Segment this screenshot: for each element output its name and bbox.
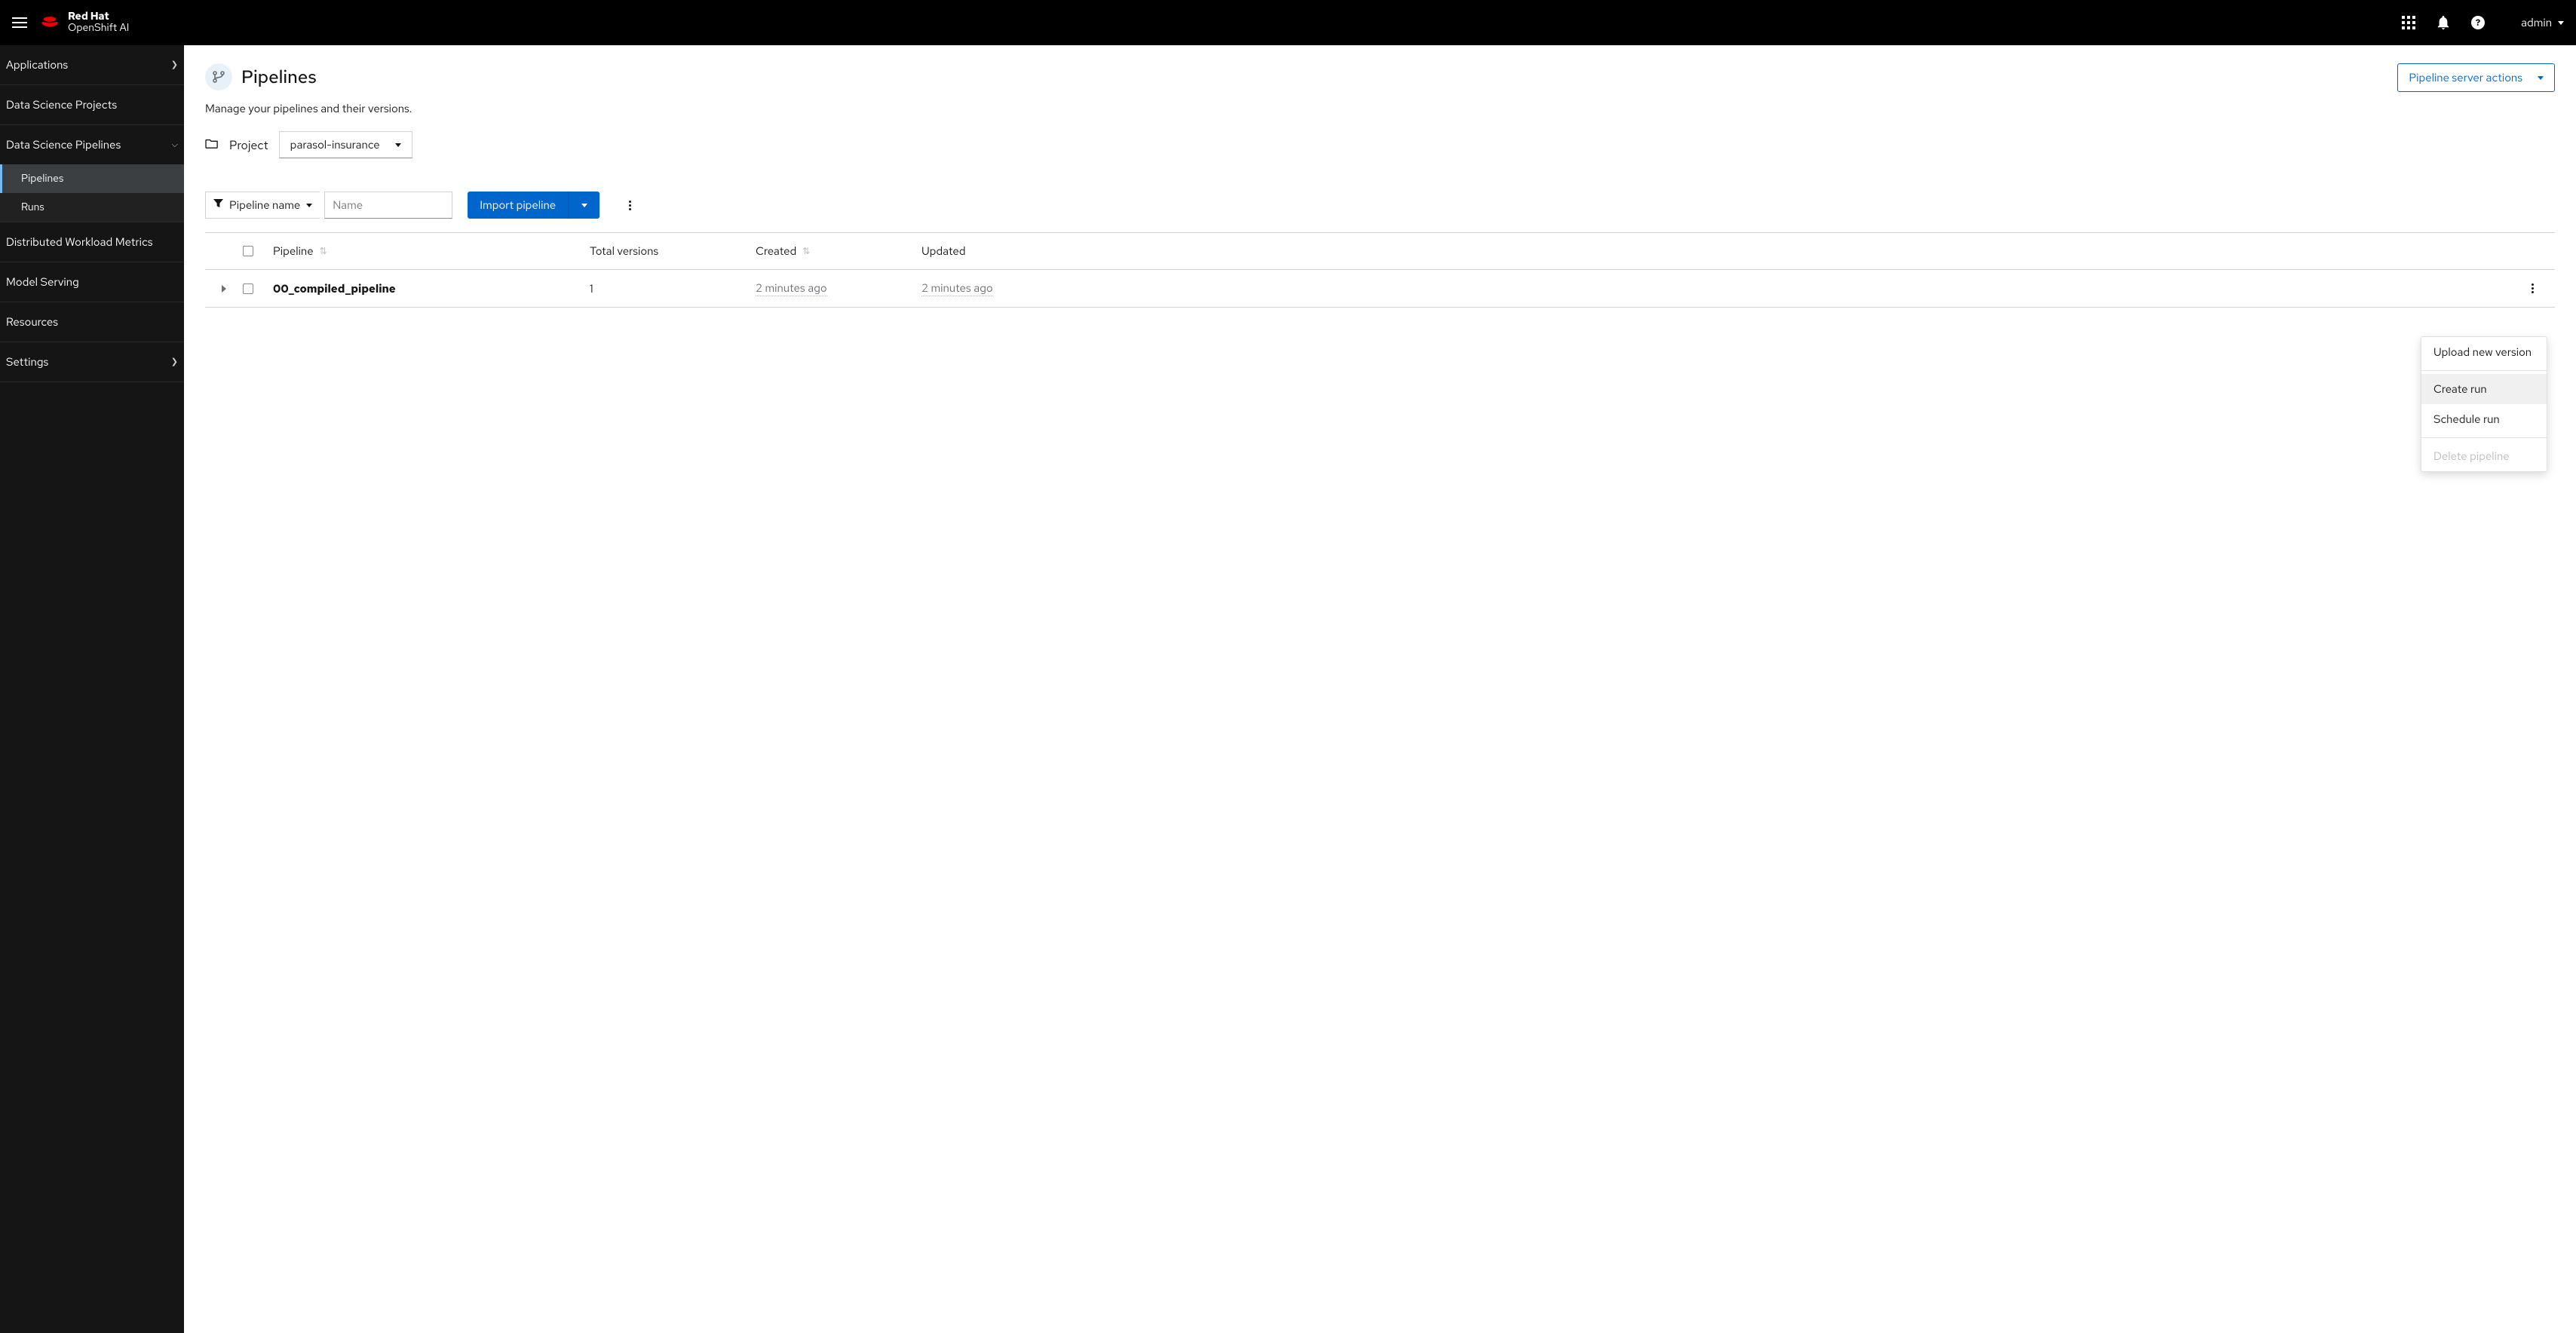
sidebar: Applications ❯ Data Science Projects Dat… [0, 45, 184, 1333]
total-versions-cell: 1 [590, 281, 756, 296]
filter-type-dropdown[interactable]: Pipeline name [205, 192, 320, 219]
filter-icon [213, 198, 223, 213]
svg-text:?: ? [2476, 17, 2481, 29]
user-menu[interactable]: admin [2521, 15, 2564, 30]
sidebar-sublabel-runs: Runs [21, 201, 44, 214]
dropdown-separator [2421, 370, 2547, 371]
sidebar-label-ds-pipelines: Data Science Pipelines [6, 137, 121, 152]
sidebar-item-applications[interactable]: Applications ❯ [0, 45, 184, 85]
row-kebab-menu[interactable] [2510, 283, 2555, 293]
bell-icon[interactable] [2436, 16, 2450, 29]
sidebar-label-ds-projects: Data Science Projects [6, 97, 117, 112]
name-filter-input[interactable] [324, 192, 452, 219]
sidebar-item-dwm[interactable]: Distributed Workload Metrics [0, 222, 184, 262]
dropdown-item-delete-pipeline[interactable]: Delete pipeline [2421, 441, 2547, 471]
table-row: 00_compiled_pipeline 1 2 minutes ago 2 m… [205, 270, 2555, 308]
import-pipeline-button[interactable]: Import pipeline [468, 192, 568, 219]
th-created-label: Created [756, 244, 796, 259]
project-selected-value: parasol-insurance [290, 137, 380, 152]
apps-grid-icon[interactable] [2402, 16, 2415, 29]
row-actions-dropdown: Upload new version Create run Schedule r… [2421, 336, 2547, 472]
kebab-icon [2532, 283, 2534, 293]
column-header-pipeline[interactable]: Pipeline ⇅ [273, 244, 590, 259]
import-pipeline-dropdown-button[interactable] [568, 192, 600, 219]
project-folder-icon [205, 137, 219, 153]
chevron-down-icon [306, 204, 312, 207]
project-label: Project [229, 137, 268, 153]
sidebar-label-resources: Resources [6, 314, 58, 329]
main-content: Pipelines Pipeline server actions Manage… [184, 45, 2576, 1333]
sidebar-label-dwm: Distributed Workload Metrics [6, 234, 153, 250]
sidebar-label-settings: Settings [6, 354, 48, 369]
dropdown-item-create-run[interactable]: Create run [2421, 374, 2547, 404]
table-header-row: Pipeline ⇅ Total versions Created ⇅ Upda… [205, 233, 2555, 270]
sidebar-subitem-runs[interactable]: Runs [0, 193, 184, 222]
sidebar-item-settings[interactable]: Settings ❯ [0, 342, 184, 382]
pipeline-name-cell[interactable]: 00_compiled_pipeline [273, 281, 590, 296]
server-actions-label: Pipeline server actions [2409, 70, 2522, 85]
chevron-right-icon: ❯ [171, 60, 178, 70]
select-all-checkbox[interactable] [243, 246, 253, 256]
sort-icon: ⇅ [802, 249, 810, 253]
brand: Red Hat OpenShift AI [39, 11, 129, 35]
sort-icon: ⇅ [320, 249, 327, 253]
sidebar-label-model-serving: Model Serving [6, 274, 79, 290]
sidebar-item-model-serving[interactable]: Model Serving [0, 262, 184, 302]
page-title: Pipelines [241, 66, 317, 89]
updated-cell: 2 minutes ago [922, 280, 993, 296]
column-header-created[interactable]: Created ⇅ [756, 244, 922, 259]
chevron-down-icon [395, 143, 401, 147]
row-checkbox[interactable] [243, 283, 253, 294]
column-header-total-versions: Total versions [590, 244, 756, 259]
toolbar-kebab-menu[interactable] [622, 201, 637, 210]
pipeline-server-actions-button[interactable]: Pipeline server actions [2397, 63, 2555, 92]
pipeline-branch-icon [205, 63, 232, 90]
sidebar-label-applications: Applications [6, 57, 68, 72]
project-selector-row: Project parasol-insurance [184, 127, 2576, 172]
dropdown-separator [2421, 437, 2547, 438]
chevron-down-icon [2538, 76, 2544, 80]
brand-name-bottom: OpenShift AI [68, 23, 129, 34]
created-cell: 2 minutes ago [756, 280, 827, 296]
sidebar-item-resources[interactable]: Resources [0, 302, 184, 342]
sidebar-item-ds-pipelines[interactable]: Data Science Pipelines ⌵ [0, 125, 184, 164]
top-bar: Red Hat OpenShift AI ? admin [0, 0, 2576, 45]
sidebar-sublabel-pipelines: Pipelines [21, 172, 63, 185]
dropdown-item-schedule-run[interactable]: Schedule run [2421, 404, 2547, 434]
kebab-icon [629, 201, 631, 210]
redhat-icon [39, 14, 60, 32]
pipelines-table: Pipeline ⇅ Total versions Created ⇅ Upda… [205, 232, 2555, 308]
expand-row-button[interactable] [205, 285, 243, 293]
hamburger-menu-button[interactable] [12, 15, 27, 30]
th-pipeline-label: Pipeline [273, 244, 314, 259]
chevron-down-icon [581, 204, 587, 207]
chevron-down-icon [2558, 21, 2564, 25]
sidebar-item-ds-projects[interactable]: Data Science Projects [0, 85, 184, 125]
sidebar-subitem-pipelines[interactable]: Pipelines [0, 164, 184, 193]
filter-type-label: Pipeline name [229, 198, 300, 213]
chevron-down-icon: ⌵ [172, 139, 178, 150]
project-select[interactable]: parasol-insurance [279, 131, 412, 158]
table-toolbar: Pipeline name Import pipeline [184, 172, 2576, 228]
page-description: Manage your pipelines and their versions… [184, 101, 2576, 127]
topbar-actions: ? admin [2402, 15, 2564, 30]
dropdown-item-upload-new-version[interactable]: Upload new version [2421, 337, 2547, 367]
user-name: admin [2521, 15, 2552, 30]
help-icon[interactable]: ? [2471, 16, 2485, 29]
chevron-right-icon: ❯ [171, 357, 178, 367]
column-header-updated: Updated [922, 244, 2510, 259]
